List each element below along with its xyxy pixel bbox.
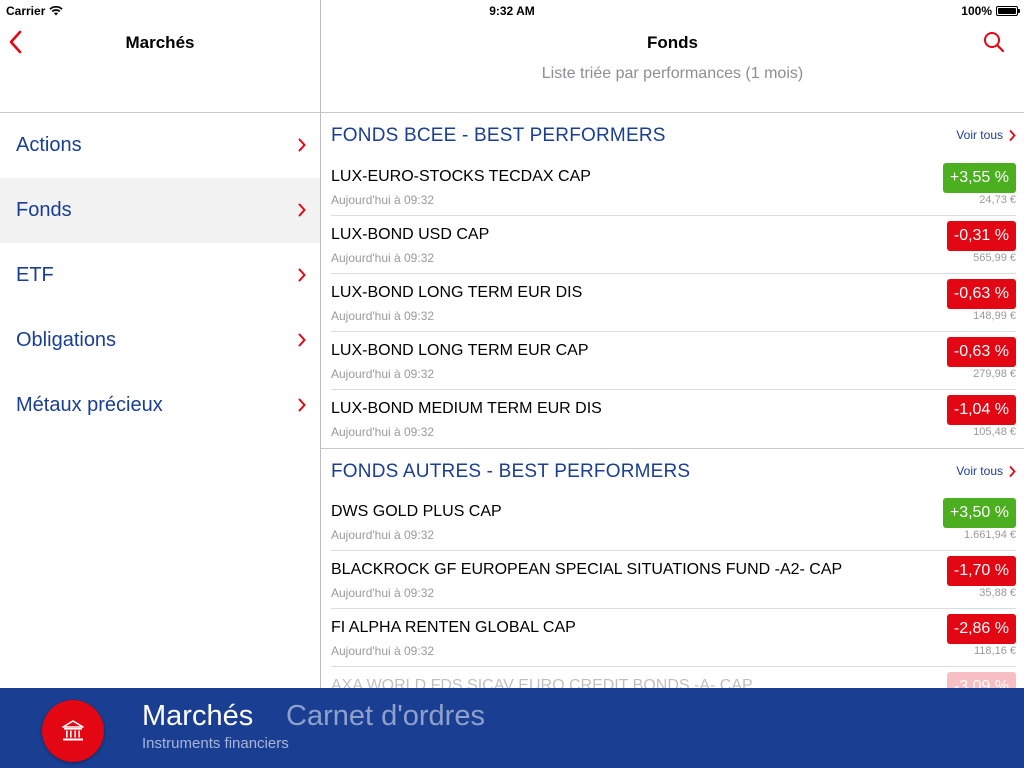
tab-subtitle: Instruments financiers [142, 735, 289, 752]
fund-price: 565,99 € [973, 252, 1016, 264]
fund-price: 35,88 € [979, 587, 1016, 599]
fund-row[interactable]: LUX-BOND USD CAP Aujourd'hui à 09:32 -0,… [331, 216, 1016, 274]
change-badge: -1,04 % [946, 395, 1016, 425]
change-badge: -2,86 % [946, 614, 1016, 644]
fund-timestamp: Aujourd'hui à 09:32 [331, 193, 435, 207]
change-badge: -3,09 % [946, 672, 1016, 688]
section-title: FONDS AUTRES - BEST PERFORMERS [331, 461, 691, 482]
menu-item-label: Fonds [16, 199, 72, 221]
chevron-right-icon [298, 203, 306, 217]
chevron-right-icon [1009, 465, 1016, 477]
fund-timestamp: Aujourd'hui à 09:32 [331, 586, 435, 600]
master-header-spacer [0, 64, 320, 113]
menu-item-label: Obligations [16, 329, 117, 351]
change-badge: -0,31 % [946, 221, 1016, 251]
tab-carnet-ordres[interactable]: Carnet d'ordres [286, 700, 485, 733]
master-title: Marchés [125, 33, 195, 52]
bank-building-icon [62, 720, 84, 741]
menu-item-label: Métaux précieux [16, 394, 163, 416]
fund-timestamp: Aujourd'hui à 09:32 [331, 528, 435, 542]
section-header-bcee: FONDS BCEE - BEST PERFORMERS Voir tous [321, 113, 1024, 158]
chevron-right-icon [298, 333, 306, 347]
bottom-tab-bar: Marchés Carnet d'ordres Instruments fina… [0, 688, 1024, 768]
fund-price: 118,16 € [973, 645, 1016, 657]
menu-item-etf[interactable]: ETF [0, 243, 320, 308]
fund-name: LUX-BOND LONG TERM EUR CAP [331, 342, 589, 359]
change-badge: +3,55 % [942, 163, 1016, 193]
fund-row[interactable]: BLACKROCK GF EUROPEAN SPECIAL SITUATIONS… [331, 551, 1016, 609]
menu-item-label: Actions [16, 134, 82, 156]
menu-item-label: ETF [16, 264, 54, 286]
chevron-right-icon [1009, 129, 1016, 141]
fund-price: 148,99 € [973, 310, 1016, 322]
fund-row[interactable]: FI ALPHA RENTEN GLOBAL CAP Aujourd'hui à… [331, 609, 1016, 667]
battery-icon [996, 6, 1020, 16]
section-title: FONDS BCEE - BEST PERFORMERS [331, 125, 666, 146]
fund-name: LUX-BOND LONG TERM EUR DIS [331, 284, 583, 301]
see-all-link[interactable]: Voir tous [956, 464, 1016, 478]
fund-row[interactable]: LUX-BOND LONG TERM EUR DIS Aujourd'hui à… [331, 274, 1016, 332]
fund-name: FI ALPHA RENTEN GLOBAL CAP [331, 619, 576, 636]
home-button[interactable] [42, 700, 104, 762]
change-badge: +3,50 % [942, 498, 1016, 528]
fund-name: AXA WORLD FDS SICAV EURO CREDIT BONDS -A… [331, 677, 753, 688]
fund-row[interactable]: LUX-BOND LONG TERM EUR CAP Aujourd'hui à… [331, 332, 1016, 390]
chevron-right-icon [298, 138, 306, 152]
fund-timestamp: Aujourd'hui à 09:32 [331, 367, 435, 381]
menu-item-actions[interactable]: Actions [0, 113, 320, 178]
menu-item-obligations[interactable]: Obligations [0, 308, 320, 373]
search-icon[interactable] [982, 30, 1006, 54]
menu-item-fonds[interactable]: Fonds [0, 178, 320, 243]
master-navbar: Marchés [0, 20, 320, 64]
fund-name: DWS GOLD PLUS CAP [331, 503, 502, 520]
master-panel: Marchés Actions Fonds ETF Obligations Mé… [0, 20, 320, 688]
change-badge: -0,63 % [946, 279, 1016, 309]
change-badge: -0,63 % [946, 337, 1016, 367]
fund-price: 279,98 € [973, 368, 1016, 380]
section-header-autres: FONDS AUTRES - BEST PERFORMERS Voir tous [321, 448, 1024, 493]
clock: 9:32 AM [489, 4, 535, 18]
fund-timestamp: Aujourd'hui à 09:32 [331, 251, 435, 265]
detail-title: Fonds [647, 33, 698, 52]
sort-subtitle: Liste triée par performances (1 mois) [321, 64, 1024, 113]
status-bar: Carrier 9:32 AM 100% [0, 0, 1024, 20]
fund-timestamp: Aujourd'hui à 09:32 [331, 644, 435, 658]
fund-row[interactable]: LUX-EURO-STOCKS TECDAX CAP Aujourd'hui à… [331, 158, 1016, 216]
see-all-label: Voir tous [956, 464, 1003, 478]
battery-label: 100% [961, 4, 992, 18]
fund-price: 105,48 € [973, 426, 1016, 438]
menu-item-metaux-precieux[interactable]: Métaux précieux [0, 373, 320, 438]
detail-navbar: Fonds [321, 20, 1024, 64]
fund-price: 1.661,94 € [964, 529, 1016, 541]
tab-marches[interactable]: Marchés [142, 700, 253, 733]
see-all-link[interactable]: Voir tous [956, 128, 1016, 142]
fund-name: BLACKROCK GF EUROPEAN SPECIAL SITUATIONS… [331, 561, 843, 578]
fund-price: 24,73 € [979, 194, 1016, 206]
fund-row[interactable]: AXA WORLD FDS SICAV EURO CREDIT BONDS -A… [331, 667, 1016, 688]
fund-name: LUX-EURO-STOCKS TECDAX CAP [331, 168, 591, 185]
chevron-right-icon [298, 268, 306, 282]
detail-panel: Fonds Liste triée par performances (1 mo… [321, 20, 1024, 688]
fund-name: LUX-BOND USD CAP [331, 226, 490, 243]
change-badge: -1,70 % [946, 556, 1016, 586]
battery-indicator: 100% [961, 4, 1020, 18]
fund-timestamp: Aujourd'hui à 09:32 [331, 425, 435, 439]
chevron-right-icon [298, 398, 306, 412]
fund-row[interactable]: LUX-BOND MEDIUM TERM EUR DIS Aujourd'hui… [331, 390, 1016, 448]
fund-name: LUX-BOND MEDIUM TERM EUR DIS [331, 400, 602, 417]
fund-row[interactable]: DWS GOLD PLUS CAP Aujourd'hui à 09:32 +3… [331, 493, 1016, 551]
fund-timestamp: Aujourd'hui à 09:32 [331, 309, 435, 323]
see-all-label: Voir tous [956, 128, 1003, 142]
